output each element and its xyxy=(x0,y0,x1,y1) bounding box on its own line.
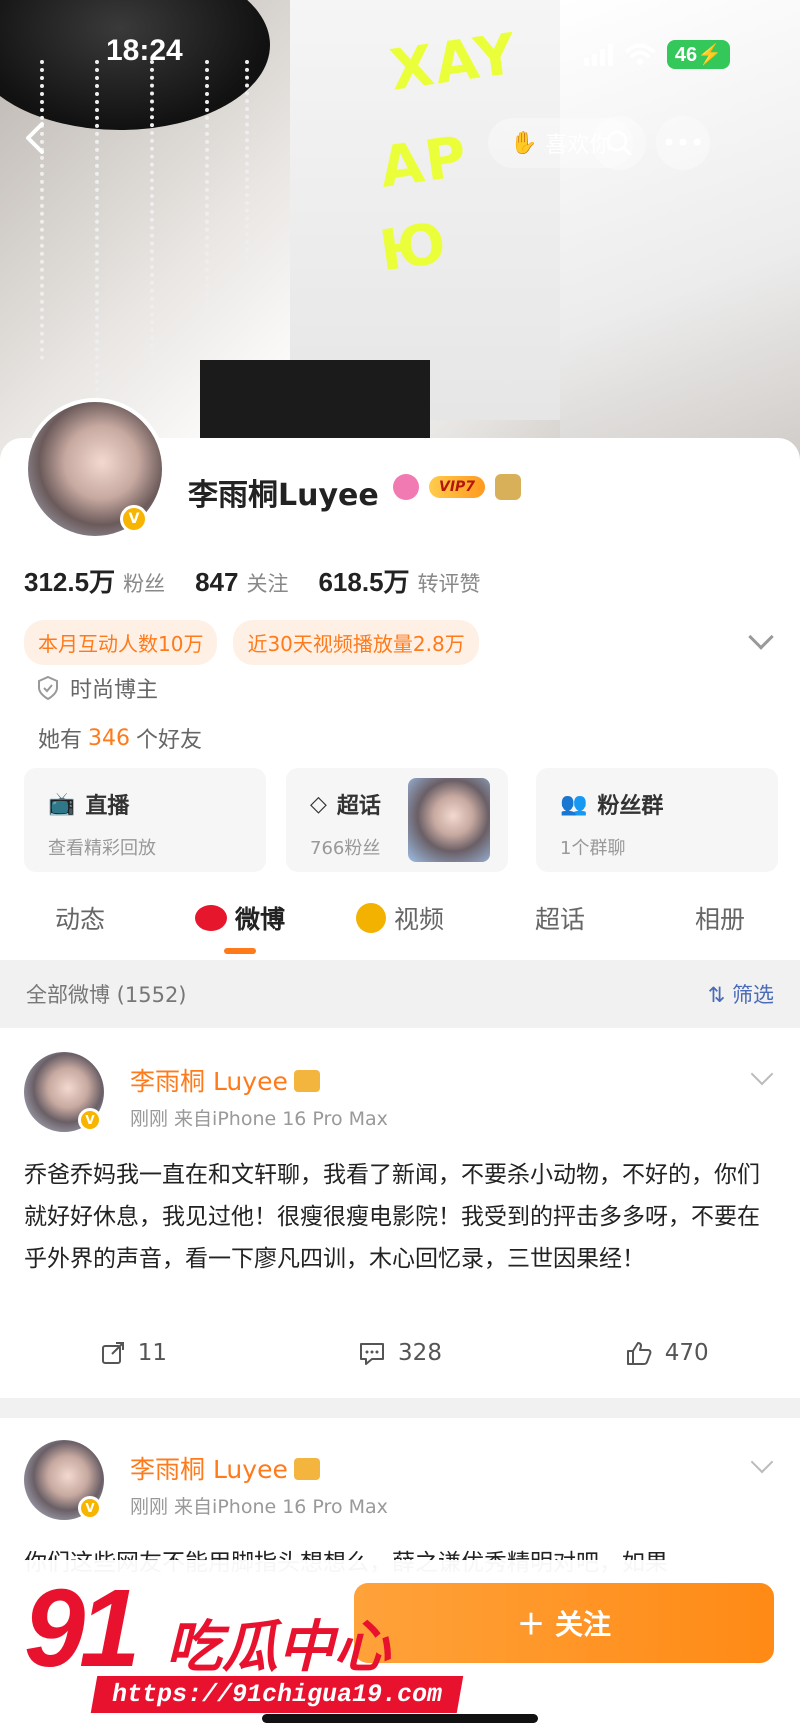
more-dots-icon: ••• xyxy=(661,129,705,157)
comment-count: 328 xyxy=(398,1340,442,1366)
verified-icon: V xyxy=(78,1496,102,1520)
post-separator xyxy=(0,1398,800,1418)
cover-chain xyxy=(205,60,215,320)
post-menu-chevron-icon[interactable] xyxy=(750,1062,774,1086)
search-badge-icon[interactable] xyxy=(393,474,419,500)
post-menu-chevron-icon[interactable] xyxy=(750,1450,774,1474)
cover-jacket xyxy=(560,0,800,470)
feature-fan-group[interactable]: 👥 粉丝群 1个群聊 xyxy=(536,768,778,872)
repost-button[interactable]: 11 xyxy=(0,1340,267,1366)
search-button[interactable] xyxy=(592,116,646,170)
vip-badge[interactable]: VIP7 xyxy=(429,476,486,498)
tag-monthly-interaction[interactable]: 本月互动人数10万 xyxy=(24,620,218,665)
tab-super-topic[interactable]: 超话 xyxy=(480,890,640,956)
video-icon xyxy=(355,903,386,933)
tv-icon: 📺 xyxy=(48,791,76,817)
charging-icon: ⚡ xyxy=(697,44,722,66)
feature-live[interactable]: 📺 直播 查看精彩回放 xyxy=(24,768,266,872)
status-icons: 46⚡ xyxy=(583,40,730,69)
watermark-text: 吃瓜中心 xyxy=(166,1615,390,1680)
profile-name: 李雨桐Luyee xyxy=(188,478,379,513)
plus-icon: ＋ xyxy=(516,1608,545,1641)
category-row: 时尚博主 xyxy=(36,672,158,704)
crown-icon xyxy=(293,1458,320,1480)
cover-print-line3: Ю xyxy=(375,210,452,285)
profile-stats: 312.5万 粉丝 847 关注 618.5万 转评赞 xyxy=(24,562,481,599)
verified-icon: V xyxy=(120,505,148,533)
signal-icon xyxy=(583,43,613,66)
profile-tabs: 动态 微博 视频 超话 相册 xyxy=(0,890,800,956)
friends-suffix: 个好友 xyxy=(136,728,203,753)
like-button[interactable]: 470 xyxy=(533,1340,800,1366)
post-author[interactable]: 李雨桐 Luyee xyxy=(130,1450,320,1486)
home-indicator[interactable] xyxy=(262,1714,538,1723)
weibo-icon xyxy=(194,905,227,931)
cover-print-line2: AP xyxy=(375,124,473,201)
medal-badge-icon[interactable] xyxy=(495,474,522,500)
filter-bar: 全部微博 (1552) ⇅ 筛选 xyxy=(0,960,800,1028)
stat-interactions[interactable]: 618.5万 转评赞 xyxy=(318,562,480,599)
filter-icon: ⇅ xyxy=(707,983,732,1007)
status-time: 18:24 xyxy=(106,34,183,67)
search-icon xyxy=(606,130,632,156)
category-label: 时尚博主 xyxy=(70,678,159,703)
feature-fan-group-sub: 1个群聊 xyxy=(560,838,626,859)
more-button[interactable]: ••• xyxy=(656,116,710,170)
battery-level: 46 xyxy=(674,44,698,66)
back-button[interactable] xyxy=(20,118,64,162)
post-text: 乔爸乔妈我一直在和文轩聊，我看了新闻，不要杀小动物，不好的，你们就好好休息，我见… xyxy=(24,1162,760,1272)
stat-following[interactable]: 847 关注 xyxy=(195,567,288,598)
diamond-icon: ◇ xyxy=(310,791,327,817)
cover-chain xyxy=(40,60,50,360)
feature-live-sub: 查看精彩回放 xyxy=(48,838,156,859)
verified-icon: V xyxy=(78,1108,102,1132)
feature-super-topic-title: 超话 xyxy=(336,794,381,819)
friends-row[interactable]: 她有 346 个好友 xyxy=(38,722,202,754)
post-meta: 刚刚 来自iPhone 16 Pro Max xyxy=(130,1108,388,1130)
post-author[interactable]: 李雨桐 Luyee xyxy=(130,1062,320,1098)
badge-row: VIP7 xyxy=(393,474,522,500)
thumbs-up-icon xyxy=(626,1342,652,1365)
tab-feed[interactable]: 动态 xyxy=(0,890,160,956)
shield-icon xyxy=(38,675,58,701)
cover-chain xyxy=(95,60,105,400)
wifi-icon xyxy=(625,43,655,65)
all-weibo-count: 全部微博 (1552) xyxy=(26,983,187,1007)
post-actions: 11 328 470 xyxy=(0,1340,800,1366)
profile-tags: 本月互动人数10万 近30天视频播放量2.8万 xyxy=(24,620,479,665)
tab-weibo[interactable]: 微博 xyxy=(160,890,320,956)
repost-icon xyxy=(101,1342,124,1364)
follow-label: 关注 xyxy=(555,1608,612,1641)
cover-chain xyxy=(245,60,255,260)
feature-fan-group-title: 粉丝群 xyxy=(597,794,664,819)
comment-icon xyxy=(360,1343,385,1365)
crown-icon xyxy=(293,1070,320,1092)
friends-prefix: 她有 xyxy=(38,728,83,753)
feature-super-topic[interactable]: ◇ 超话 766粉丝 xyxy=(286,768,508,872)
feature-live-title: 直播 xyxy=(85,794,130,819)
tab-video[interactable]: 视频 xyxy=(320,890,480,956)
friends-count: 346 xyxy=(88,725,131,751)
tag-video-plays[interactable]: 近30天视频播放量2.8万 xyxy=(233,620,479,665)
repost-count: 11 xyxy=(137,1340,167,1366)
watermark-number: 91 xyxy=(24,1567,140,1690)
post-card[interactable]: V 李雨桐 Luyee 刚刚 来自iPhone 16 Pro Max 乔爸乔妈我… xyxy=(0,1030,800,1400)
hand-heart-icon: ✋ xyxy=(510,130,538,156)
stat-followers[interactable]: 312.5万 粉丝 xyxy=(24,562,165,599)
battery-indicator: 46⚡ xyxy=(666,40,730,69)
filter-button[interactable]: ⇅ 筛选 xyxy=(708,979,774,1009)
tab-album[interactable]: 相册 xyxy=(640,890,800,956)
comment-button[interactable]: 328 xyxy=(267,1340,534,1366)
super-topic-thumbnail xyxy=(408,778,490,862)
cover-photo: XAY AP Ю xyxy=(0,0,800,470)
follow-button[interactable]: ＋ 关注 xyxy=(354,1583,774,1663)
group-icon: 👥 xyxy=(560,791,588,817)
post-meta: 刚刚 来自iPhone 16 Pro Max xyxy=(130,1496,388,1518)
watermark-url: https://91chigua19.com xyxy=(90,1676,464,1713)
like-count: 470 xyxy=(664,1340,709,1366)
chevron-left-icon xyxy=(26,122,44,154)
profile-page: XAY AP Ю 18:24 46⚡ ✋ 喜欢你 ••• V 李雨桐Luyee … xyxy=(0,0,800,1735)
cover-chain xyxy=(150,60,160,380)
